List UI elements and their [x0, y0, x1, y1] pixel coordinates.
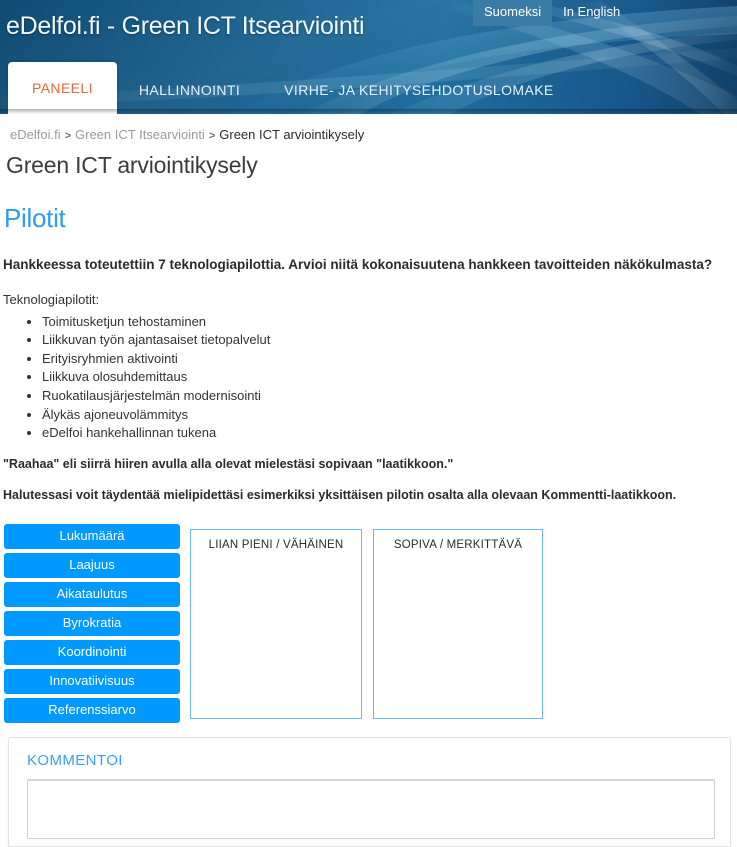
list-item: Ruokatilausjärjestelmän modernisointi — [42, 387, 737, 406]
draggable-item-lukumaara[interactable]: Lukumäärä — [4, 523, 180, 549]
section-title-pilotit: Pilotit — [4, 203, 66, 233]
dropzone-label: SOPIVA / MERKITTÄVÄ — [393, 538, 523, 551]
header-divider — [0, 109, 737, 114]
comment-textarea[interactable] — [27, 779, 715, 839]
language-option-suomeksi[interactable]: Suomeksi — [473, 0, 553, 26]
nav-tab-hallinnointi[interactable]: HALLINNOINTI — [117, 68, 262, 114]
list-item: Liikkuva olosuhdemittaus — [42, 368, 737, 387]
site-header: eDelfoi.fi - Green ICT Itsearviointi Suo… — [0, 0, 737, 114]
pilots-list: Toimitusketjun tehostaminen Liikkuvan ty… — [0, 313, 737, 443]
breadcrumb-item-current: Green ICT arviointikysely — [219, 127, 365, 142]
breadcrumb-separator: > — [208, 130, 216, 142]
list-item: Liikkuvan työn ajantasaiset tietopalvelu… — [42, 331, 737, 350]
list-item: Toimitusketjun tehostaminen — [42, 313, 737, 332]
drag-and-drop-area: Lukumäärä Laajuus Aikataulutus Byrokrati… — [0, 523, 737, 727]
draggable-item-laajuus[interactable]: Laajuus — [4, 552, 180, 578]
question-text: Hankkeessa toteutettiin 7 teknologiapilo… — [3, 257, 713, 272]
list-item: Älykäs ajoneuvolämmitys — [42, 406, 737, 425]
instruction-drag-note: "Raahaa" eli siirrä hiiren avulla alla o… — [3, 456, 454, 471]
nav-tab-virhe-ja-kehitysehdotuslomake[interactable]: VIRHE- JA KEHITYSEHDOTUSLOMAKE — [262, 68, 576, 114]
dropzone-liian-pieni-vahainen[interactable]: LIIAN PIENI / VÄHÄINEN — [190, 528, 362, 719]
dropzone-sopiva-merkittava[interactable]: SOPIVA / MERKITTÄVÄ — [373, 528, 543, 719]
breadcrumb-item-green-ict-itsearviointi[interactable]: Green ICT Itsearviointi — [75, 127, 205, 142]
draggable-item-referenssiarvo[interactable]: Referenssiarvo — [4, 697, 180, 723]
list-item: eDelfoi hankehallinnan tukena — [42, 424, 737, 443]
draggable-item-byrokratia[interactable]: Byrokratia — [4, 610, 180, 636]
nav-tab-paneeli[interactable]: PANEELI — [8, 62, 117, 114]
breadcrumb-separator: > — [64, 130, 72, 142]
breadcrumb-item-edelfoi[interactable]: eDelfoi.fi — [10, 127, 61, 142]
language-option-english[interactable]: In English — [552, 0, 631, 26]
main-navigation: PANEELI HALLINNOINTI VIRHE- JA KEHITYSEH… — [8, 62, 576, 114]
page-title: Green ICT arviointikysely — [6, 152, 258, 178]
list-item: Erityisryhmien aktivointi — [42, 350, 737, 369]
pilots-intro-label: Teknologiapilotit: — [3, 291, 100, 307]
draggable-item-aikataulutus[interactable]: Aikataulutus — [4, 581, 180, 607]
draggable-items-list: Lukumäärä Laajuus Aikataulutus Byrokrati… — [4, 523, 180, 727]
dropzone-label: LIIAN PIENI / VÄHÄINEN — [208, 538, 344, 551]
comment-panel-title: KOMMENTOI — [27, 752, 123, 769]
draggable-item-koordinointi[interactable]: Koordinointi — [4, 639, 180, 665]
site-title: eDelfoi.fi - Green ICT Itsearviointi — [6, 12, 365, 40]
instruction-comment-note: Halutessasi voit täydentää mielipidettäs… — [3, 487, 677, 502]
draggable-item-innovatiivisuus[interactable]: Innovatiivisuus — [4, 668, 180, 694]
breadcrumb: eDelfoi.fi > Green ICT Itsearviointi > Green… — [10, 127, 737, 142]
language-switcher: Suomeksi In English — [473, 0, 631, 26]
